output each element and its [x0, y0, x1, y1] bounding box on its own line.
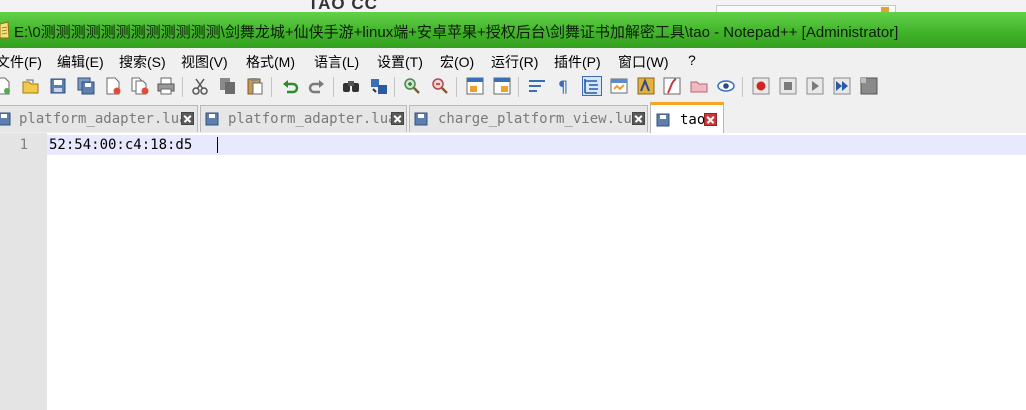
toolbar-separator: [742, 77, 743, 97]
toolbar-separator: [394, 77, 395, 97]
tab-close-button[interactable]: [181, 112, 194, 125]
menu-settings[interactable]: 设置(T): [377, 52, 423, 72]
saved-file-icon: [414, 112, 428, 126]
background-partial-text: TAO CC: [308, 0, 378, 12]
tab-label: platform_adapter.lua: [19, 111, 188, 127]
saved-file-icon: [656, 113, 670, 127]
toolbar-separator: [271, 77, 272, 97]
line-number-gutter: 1: [0, 133, 47, 410]
monitoring-icon[interactable]: [717, 77, 735, 95]
playback-macro-icon[interactable]: [806, 77, 824, 95]
close-icon[interactable]: [104, 77, 122, 95]
undo-icon[interactable]: [281, 77, 299, 95]
word-wrap-icon[interactable]: [528, 77, 546, 95]
stop-recording-icon[interactable]: [779, 77, 797, 95]
menu-bar: 文件(F) 编辑(E) 搜索(S) 视图(V) 格式(M) 语言(L) 设置(T…: [0, 48, 1026, 72]
menu-format[interactable]: 格式(M): [246, 52, 295, 72]
tab-close-button[interactable]: [704, 113, 717, 126]
run-macro-multiple-icon[interactable]: [833, 77, 851, 95]
indent-guide-icon[interactable]: [582, 76, 602, 96]
tab-tao[interactable]: tao: [650, 102, 724, 134]
background-input: [716, 5, 896, 12]
current-line-highlight: [47, 135, 1026, 155]
toolbar-separator: [518, 77, 519, 97]
menu-view[interactable]: 视图(V): [181, 52, 228, 72]
sync-vertical-icon[interactable]: [466, 77, 484, 95]
tab-platform-adapter-2[interactable]: platform_adapter.lua: [200, 105, 407, 132]
notepad-plus-plus-icon: [0, 21, 10, 39]
text-caret: [217, 137, 218, 153]
replace-icon[interactable]: [370, 77, 388, 95]
menu-macro[interactable]: 宏(O): [440, 52, 474, 72]
paste-icon[interactable]: [246, 77, 264, 95]
new-file-icon[interactable]: [0, 77, 12, 95]
window-title: E:\0测测测测测测测测测测测测\剑舞龙城+仙侠手游+linux端+安卓苹果+授…: [14, 24, 899, 41]
menu-file[interactable]: 文件(F): [0, 52, 42, 72]
zoom-out-icon[interactable]: [431, 77, 449, 95]
print-icon[interactable]: [157, 77, 175, 95]
toolbar-separator: [333, 77, 334, 97]
title-bar[interactable]: E:\0测测测测测测测测测测测测\剑舞龙城+仙侠手游+linux端+安卓苹果+授…: [0, 12, 1026, 48]
toolbar: ¶: [0, 72, 1026, 102]
tab-charge-platform-view[interactable]: charge_platform_view.lua: [409, 105, 648, 132]
tab-label: tao: [680, 112, 706, 128]
sync-horizontal-icon[interactable]: [493, 77, 511, 95]
tab-close-button[interactable]: [391, 112, 404, 125]
tab-close-button[interactable]: [632, 112, 645, 125]
copy-icon[interactable]: [219, 77, 237, 95]
menu-window[interactable]: 窗口(W): [618, 52, 669, 72]
folder-workspace-icon[interactable]: [690, 77, 708, 95]
text-editor[interactable]: 52:54:00:c4:18:d5: [47, 133, 1026, 410]
line-number: 1: [19, 137, 28, 153]
tab-platform-adapter-1[interactable]: platform_adapter.lua: [0, 105, 198, 132]
function-list-icon[interactable]: [663, 77, 681, 95]
save-all-icon[interactable]: [77, 77, 95, 95]
save-macro-icon[interactable]: [860, 77, 878, 95]
editor-line-text[interactable]: 52:54:00:c4:18:d5: [49, 137, 192, 153]
tab-bar: platform_adapter.lua platform_adapter.lu…: [0, 102, 1026, 134]
menu-run[interactable]: 运行(R): [491, 52, 538, 72]
cut-icon[interactable]: [191, 77, 209, 95]
menu-help[interactable]: ?: [688, 52, 696, 68]
background-window: TAO CC: [0, 0, 1026, 12]
record-macro-icon[interactable]: [752, 77, 770, 95]
saved-file-icon: [205, 112, 219, 126]
open-file-icon[interactable]: [22, 77, 40, 95]
close-all-icon[interactable]: [131, 77, 149, 95]
find-icon[interactable]: [342, 77, 360, 95]
document-map-icon[interactable]: [637, 77, 655, 95]
show-all-characters-icon[interactable]: ¶: [555, 77, 573, 95]
menu-search[interactable]: 搜索(S): [119, 52, 166, 72]
tab-label: charge_platform_view.lua: [438, 111, 641, 127]
save-icon[interactable]: [49, 77, 67, 95]
zoom-in-icon[interactable]: [403, 77, 421, 95]
menu-plugins[interactable]: 插件(P): [554, 52, 601, 72]
redo-icon[interactable]: [308, 77, 326, 95]
toolbar-separator: [182, 77, 183, 97]
toolbar-separator: [456, 77, 457, 97]
menu-language[interactable]: 语言(L): [314, 52, 359, 72]
tab-label: platform_adapter.lua: [228, 111, 397, 127]
saved-file-icon: [0, 112, 11, 126]
menu-edit[interactable]: 编辑(E): [57, 52, 104, 72]
user-defined-language-icon[interactable]: [610, 77, 628, 95]
svg-text:¶: ¶: [558, 77, 568, 95]
